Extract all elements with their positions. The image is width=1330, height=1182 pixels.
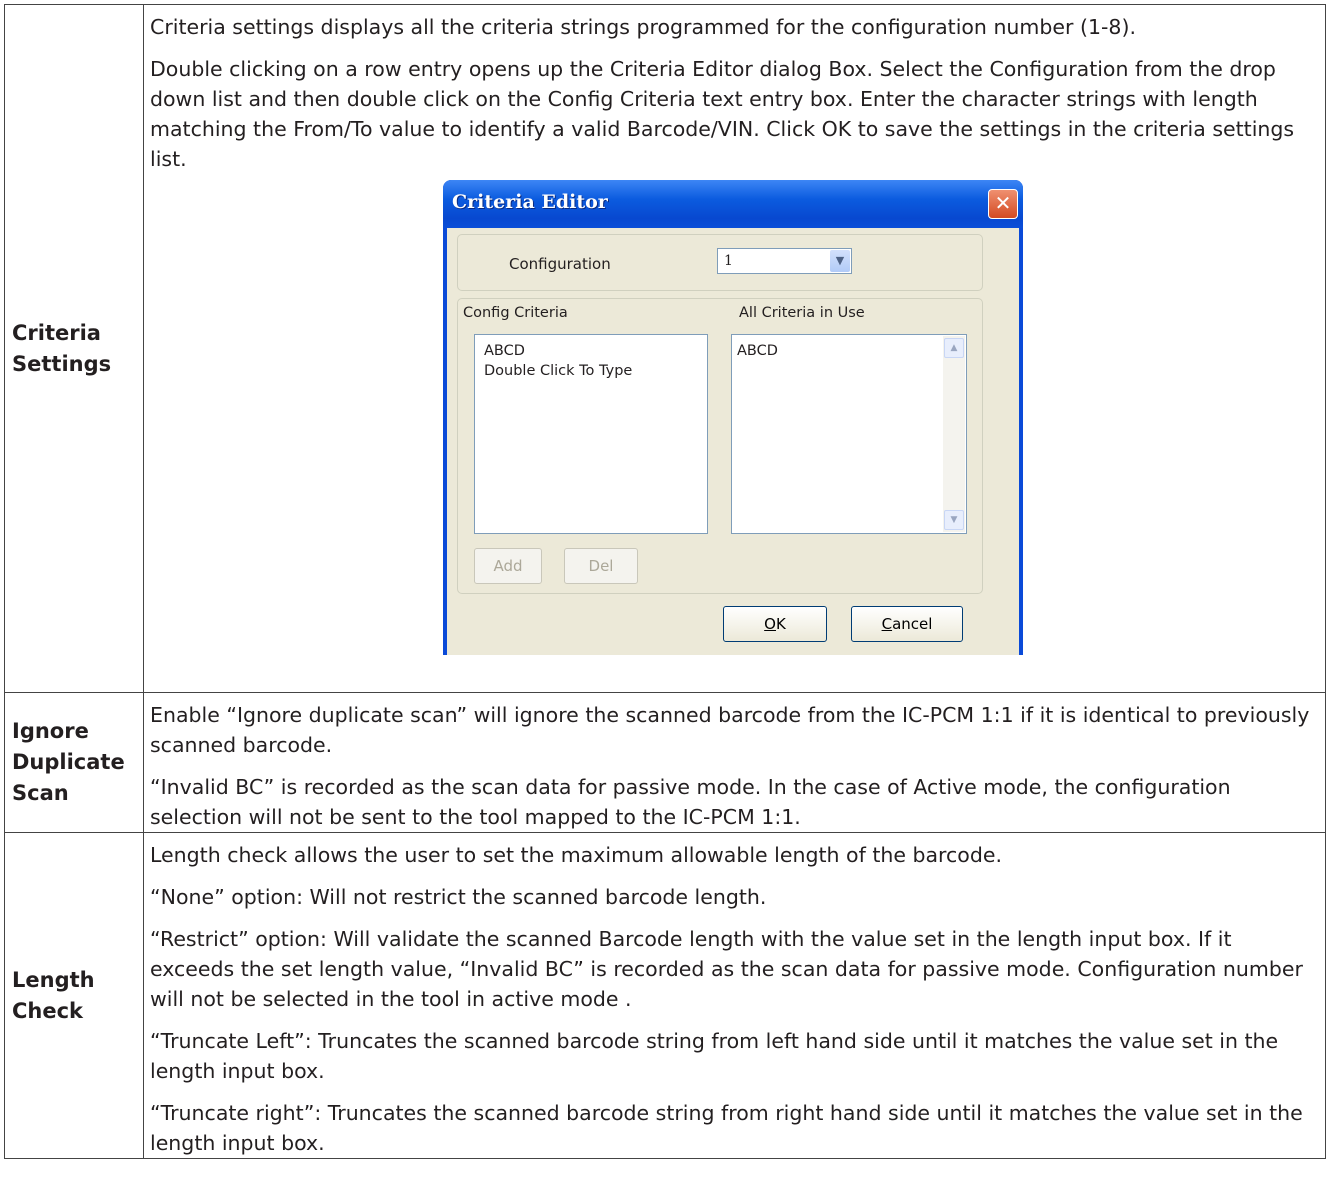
close-icon[interactable]: ✕ [988,189,1018,219]
configuration-select[interactable]: 1 ▼ [717,248,852,274]
row-description-cell: Enable “Ignore duplicate scan” will igno… [143,692,1326,833]
row-label-cell: Length Check [4,832,144,1159]
chevron-up-icon[interactable]: ▲ [944,338,964,358]
dialog-title: Criteria Editor [452,191,608,213]
dialog-screenshot: Criteria Editor ✕ Configuration 1 ▼ Conf… [150,180,1317,660]
ok-mnemonic: O [764,615,776,633]
list-item[interactable]: ABCD [484,343,525,359]
table-row: Length Check Length check allows the use… [4,832,1326,1159]
row-label-line: Scan [12,781,69,805]
all-criteria-list[interactable]: ABCD ▲ ▼ [731,334,967,534]
chevron-down-icon[interactable]: ▼ [944,510,964,530]
list-item[interactable]: ABCD [737,343,778,359]
table-row: Criteria Settings Criteria settings disp… [4,4,1326,693]
config-criteria-label: Config Criteria [463,305,568,321]
ok-button[interactable]: OK [723,606,827,642]
cancel-button[interactable]: Cancel [851,606,963,642]
paragraph: Length check allows the user to set the … [150,843,1002,867]
row-label-line: Criteria [12,320,101,345]
paragraph: “Restrict” option: Will validate the sca… [150,927,1303,1011]
row-label-line: Ignore [12,719,89,743]
config-criteria-list[interactable]: ABCD Double Click To Type [474,334,708,534]
row-description-cell: Criteria settings displays all the crite… [143,4,1326,693]
paragraph: “Truncate right”: Truncates the scanned … [150,1101,1303,1155]
row-label: Ignore Duplicate Scan [5,716,143,809]
row-description-cell: Length check allows the user to set the … [143,832,1326,1159]
row-label: Criteria Settings [5,318,143,380]
table-row: Ignore Duplicate Scan Enable “Ignore dup… [4,692,1326,833]
row-label-cell: Ignore Duplicate Scan [4,692,144,833]
criteria-editor-dialog: Criteria Editor ✕ Configuration 1 ▼ Conf… [443,180,1023,655]
list-item[interactable]: Double Click To Type [484,363,632,379]
paragraph: “None” option: Will not restrict the sca… [150,885,767,909]
dialog-client-area: Configuration 1 ▼ Config Criteria All Cr… [447,228,1019,655]
add-button[interactable]: Add [474,548,542,584]
row-label-line: Length [12,967,95,992]
scrollbar[interactable]: ▲ ▼ [943,336,965,532]
row-label-line: Duplicate [12,750,125,774]
configuration-value: 1 [724,253,733,269]
del-button[interactable]: Del [564,548,638,584]
chevron-down-icon[interactable]: ▼ [830,250,850,272]
row-label-line: Settings [12,351,112,376]
row-label: Length Check [5,965,143,1027]
paragraph: “Invalid BC” is recorded as the scan dat… [150,775,1231,829]
ok-label: K [775,615,786,633]
paragraph: Criteria settings displays all the crite… [150,15,1136,39]
row-label-cell: Criteria Settings [4,4,144,693]
row-label-line: Check [12,998,84,1023]
configuration-label: Configuration [509,255,611,273]
dialog-title-bar[interactable]: Criteria Editor ✕ [443,180,1023,228]
settings-table: Criteria Settings Criteria settings disp… [4,4,1326,1159]
paragraph: Enable “Ignore duplicate scan” will igno… [150,703,1310,757]
all-criteria-label: All Criteria in Use [739,305,865,321]
cancel-mnemonic: C [881,615,893,633]
cancel-label: ancel [892,615,933,633]
paragraph: Double clicking on a row entry opens up … [150,57,1295,171]
paragraph: “Truncate Left”: Truncates the scanned b… [150,1029,1279,1083]
